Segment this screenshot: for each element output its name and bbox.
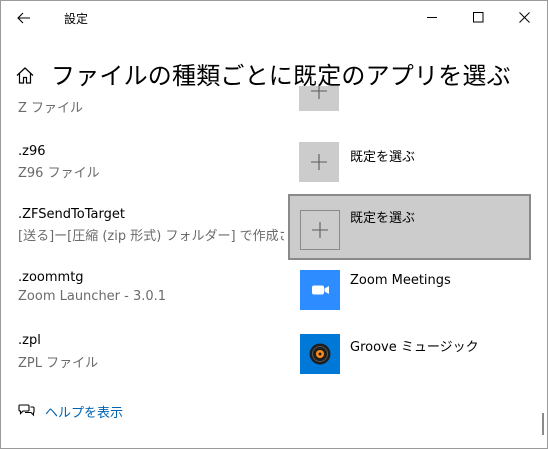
list-item-zpl: .zpl ZPL ファイル Groove ミュージック (1, 326, 547, 389)
scrollbar-thumb[interactable] (542, 413, 544, 435)
file-extension: .ZFSendToTarget (18, 207, 125, 222)
file-extension: .zpl (18, 333, 41, 348)
back-arrow-icon (17, 12, 30, 23)
file-extension: .z96 (18, 144, 46, 159)
app-tile (299, 142, 339, 182)
help-link-label: ヘルプを表示 (45, 405, 124, 421)
file-extension: .zoommtg (18, 270, 84, 285)
app-name: 既定を選ぶ (350, 211, 416, 226)
app-name: Zoom Meetings (350, 273, 451, 288)
minimize-button[interactable] (409, 1, 455, 34)
file-type-description: Zoom Launcher - 3.0.1 (18, 289, 167, 304)
file-type-description: Z ファイル (18, 101, 84, 116)
app-name: Groove ミュージック (350, 340, 479, 355)
file-type-description: ZPL ファイル (18, 356, 99, 371)
back-button[interactable] (1, 1, 47, 34)
plus-icon (311, 86, 327, 99)
app-tile (300, 210, 340, 250)
app-name: 既定を選ぶ (350, 150, 416, 165)
plus-icon (312, 222, 328, 238)
minimize-icon (426, 17, 437, 18)
default-app-button[interactable] (299, 86, 535, 113)
default-app-button[interactable]: Zoom Meetings (299, 269, 535, 311)
title-bar: 設定 (1, 1, 547, 34)
close-button[interactable] (501, 1, 547, 34)
list-item-zfsendtotarget: .ZFSendToTarget [送る]ー[圧縮 (zip 形式) フォルダー]… (1, 194, 547, 263)
help-link[interactable]: ヘルプを表示 (18, 401, 123, 421)
app-tile (300, 270, 340, 310)
app-tile (299, 86, 339, 111)
settings-window: 設定 ファイルの種類ごとに既定のアプリを選ぶ Z ファイル .z96 Z96 フ… (0, 0, 548, 449)
groove-music-icon (309, 343, 331, 365)
window-title: 設定 (64, 12, 89, 26)
file-type-description: Z96 ファイル (18, 166, 100, 181)
chat-help-icon (18, 404, 35, 417)
file-type-description: [送る]ー[圧縮 (zip 形式) フォルダー] で作成さ... (18, 229, 284, 244)
list-item-zoommtg: .zoommtg Zoom Launcher - 3.0.1 Zoom Meet… (1, 263, 547, 326)
maximize-button[interactable] (455, 1, 501, 34)
list-item-z96: .z96 Z96 ファイル 既定を選ぶ (1, 137, 547, 200)
choose-default-button-focused[interactable]: 既定を選ぶ (288, 194, 531, 260)
home-icon[interactable] (16, 67, 34, 84)
plus-icon (311, 154, 327, 170)
choose-default-button[interactable]: 既定を選ぶ (299, 142, 535, 184)
maximize-icon (472, 12, 483, 23)
zoom-icon (307, 277, 333, 303)
app-tile (300, 334, 340, 374)
file-type-list: Z ファイル .z96 Z96 ファイル 既定を選ぶ .ZFSendToTarg… (1, 86, 547, 392)
list-item-z: Z ファイル (1, 86, 547, 137)
close-icon (518, 12, 530, 23)
default-app-button[interactable]: Groove ミュージック (299, 332, 535, 374)
